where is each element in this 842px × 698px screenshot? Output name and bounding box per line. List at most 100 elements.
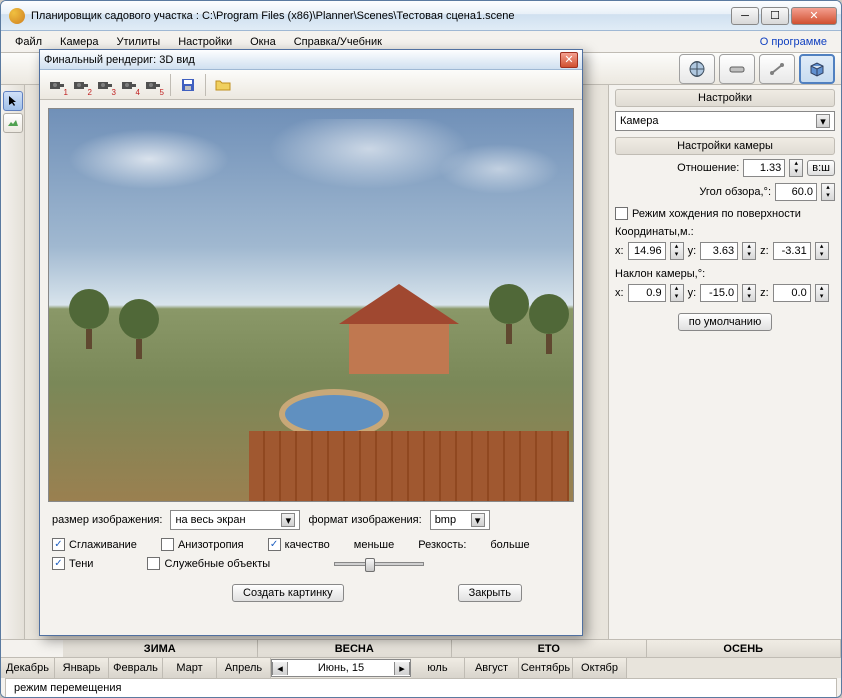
tilt-z-input[interactable]: 0.0: [773, 284, 811, 302]
dialog-toolbar: 1 2 3 4 5: [40, 70, 582, 100]
month-item[interactable]: Сентябрь: [519, 658, 573, 678]
season-spring[interactable]: ВЕСНА: [258, 640, 453, 657]
fov-spinner[interactable]: ▴▾: [821, 183, 835, 201]
menu-about[interactable]: О программе: [752, 34, 835, 50]
current-date-stepper[interactable]: ◂ Июнь, 15 ▸: [271, 659, 411, 677]
settings-header: Настройки: [615, 89, 835, 107]
month-item[interactable]: Декабрь: [1, 658, 55, 678]
default-button[interactable]: по умолчанию: [678, 313, 772, 331]
landscape-tool-icon[interactable]: [3, 113, 23, 133]
month-item[interactable]: Январь: [55, 658, 109, 678]
create-image-button[interactable]: Создать картинку: [232, 584, 344, 602]
season-summer[interactable]: ЕТО: [452, 640, 647, 657]
menu-help[interactable]: Справка/Учебник: [286, 34, 390, 50]
render-preview: [48, 108, 574, 502]
z-label: z:: [760, 245, 769, 257]
coord-x-input[interactable]: 14.96: [628, 242, 666, 260]
fov-input[interactable]: 60.0: [775, 183, 817, 201]
y-label: y:: [688, 245, 697, 257]
ratio-spinner[interactable]: ▴▾: [789, 159, 803, 177]
month-item[interactable]: Октябр: [573, 658, 627, 678]
tilt-x-input[interactable]: 0.9: [628, 284, 666, 302]
season-winter[interactable]: ЗИМА: [63, 640, 258, 657]
close-button[interactable]: ✕: [791, 7, 837, 25]
coord-z-spinner[interactable]: ▴▾: [815, 242, 829, 260]
dialog-close-button[interactable]: ✕: [560, 52, 578, 68]
tool-cube-icon[interactable]: [799, 54, 835, 84]
image-format-label: формат изображения:: [308, 514, 421, 526]
tilt-y-label: y:: [688, 287, 697, 299]
left-toolbar: [1, 85, 25, 639]
folder-icon[interactable]: [212, 74, 234, 96]
walk-mode-checkbox[interactable]: [615, 207, 628, 220]
tilt-x-label: x:: [615, 287, 624, 299]
sharpness-more-label: больше: [490, 539, 529, 551]
ratio-mode-button[interactable]: в:ш: [807, 160, 835, 176]
month-item[interactable]: юль: [411, 658, 465, 678]
coord-y-input[interactable]: 3.63: [700, 242, 738, 260]
menu-settings[interactable]: Настройки: [170, 34, 240, 50]
season-autumn[interactable]: ОСЕНЬ: [647, 640, 842, 657]
shadows-checkbox[interactable]: ✓: [52, 557, 65, 570]
tool-connector-icon[interactable]: [759, 54, 795, 84]
dropdown-value: Камера: [620, 115, 658, 127]
tilt-y-spinner[interactable]: ▴▾: [742, 284, 756, 302]
titlebar[interactable]: Планировщик садового участка : C:\Progra…: [1, 1, 841, 31]
month-item[interactable]: Февраль: [109, 658, 163, 678]
coords-label: Координаты,м.:: [615, 226, 835, 238]
menu-windows[interactable]: Окна: [242, 34, 284, 50]
tilt-x-spinner[interactable]: ▴▾: [670, 284, 684, 302]
coord-y-spinner[interactable]: ▴▾: [742, 242, 756, 260]
render-dialog: Финальный рендериг: 3D вид ✕ 1 2 3 4 5: [39, 49, 583, 636]
x-label: x:: [615, 245, 624, 257]
service-objects-checkbox[interactable]: [147, 557, 160, 570]
dialog-title: Финальный рендериг: 3D вид: [44, 54, 560, 66]
image-format-dropdown[interactable]: bmp ▾: [430, 510, 490, 530]
tool-pipe-icon[interactable]: [719, 54, 755, 84]
sharpness-less-label: меньше: [354, 539, 394, 551]
camera-preset-4-icon[interactable]: 4: [118, 74, 140, 96]
coord-z-input[interactable]: -3.31: [773, 242, 811, 260]
menu-camera[interactable]: Камера: [52, 34, 106, 50]
camera-preset-1-icon[interactable]: 1: [46, 74, 68, 96]
coord-x-spinner[interactable]: ▴▾: [670, 242, 684, 260]
close-dialog-button[interactable]: Закрыть: [458, 584, 522, 602]
app-icon: [9, 8, 25, 24]
prev-arrow-icon[interactable]: ◂: [272, 662, 288, 675]
month-item[interactable]: Март: [163, 658, 217, 678]
sharpness-slider[interactable]: [334, 562, 424, 566]
dialog-titlebar[interactable]: Финальный рендериг: 3D вид ✕: [40, 50, 582, 70]
chevron-down-icon: ▾: [281, 513, 295, 527]
anisotropy-label: Анизотропия: [178, 539, 244, 551]
tool-globe-icon[interactable]: [679, 54, 715, 84]
sharpness-label: Резкость:: [418, 539, 466, 551]
next-arrow-icon[interactable]: ▸: [394, 662, 410, 675]
walk-mode-label: Режим хождения по поверхности: [632, 208, 801, 220]
menu-utilities[interactable]: Утилиты: [109, 34, 169, 50]
quality-checkbox[interactable]: ✓: [268, 538, 281, 551]
tilt-z-spinner[interactable]: ▴▾: [815, 284, 829, 302]
service-objects-label: Служебные объекты: [164, 558, 270, 570]
save-icon[interactable]: [177, 74, 199, 96]
menu-file[interactable]: Файл: [7, 34, 50, 50]
antialias-checkbox[interactable]: ✓: [52, 538, 65, 551]
image-size-dropdown[interactable]: на весь экран ▾: [170, 510, 300, 530]
window-title: Планировщик садового участка : C:\Progra…: [31, 10, 729, 22]
chevron-down-icon: ▾: [471, 513, 485, 527]
image-size-label: размер изображения:: [52, 514, 162, 526]
ratio-input[interactable]: 1.33: [743, 159, 785, 177]
settings-category-dropdown[interactable]: Камера ▾: [615, 111, 835, 131]
current-date: Июнь, 15: [288, 662, 394, 674]
maximize-button[interactable]: ☐: [761, 7, 789, 25]
month-item[interactable]: Август: [465, 658, 519, 678]
anisotropy-checkbox[interactable]: [161, 538, 174, 551]
camera-preset-2-icon[interactable]: 2: [70, 74, 92, 96]
minimize-button[interactable]: ─: [731, 7, 759, 25]
tilt-y-input[interactable]: -15.0: [700, 284, 738, 302]
status-bar: режим перемещения: [5, 678, 837, 698]
month-item[interactable]: Апрель: [217, 658, 271, 678]
pointer-tool-icon[interactable]: [3, 91, 23, 111]
camera-preset-3-icon[interactable]: 3: [94, 74, 116, 96]
camera-preset-5-icon[interactable]: 5: [142, 74, 164, 96]
status-text: режим перемещения: [14, 682, 121, 694]
